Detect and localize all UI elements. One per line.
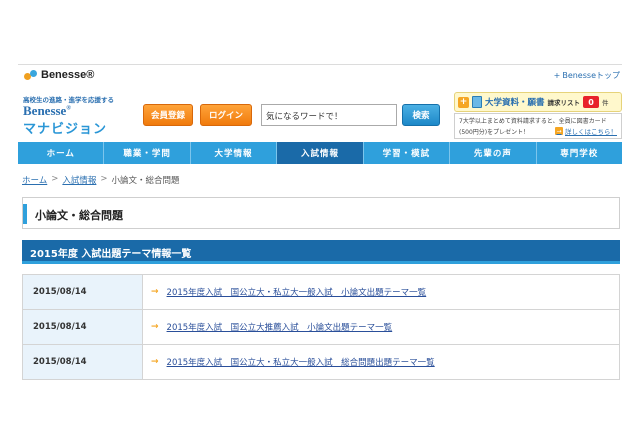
- nav-study[interactable]: 学習・模試: [364, 142, 451, 164]
- nav-careers[interactable]: 職業・学問: [104, 142, 191, 164]
- breadcrumb-home[interactable]: ホーム: [22, 174, 47, 186]
- row-content: → 2015年度入試 国公立大・私立大一般入試 総合問題出題テーマ一覧: [142, 344, 620, 380]
- arrow-right-icon: →: [151, 357, 159, 367]
- promo-text-2: (500円分)をプレゼント！: [459, 129, 530, 136]
- request-count-unit: 件: [602, 99, 609, 107]
- brochure-icon: [472, 96, 482, 108]
- login-button[interactable]: ログイン: [200, 104, 252, 126]
- request-list-label: 請求リスト: [547, 99, 581, 107]
- table-row: 2015/08/14 → 2015年度入試 国公立大・私立大一般入試 総合問題出…: [22, 344, 620, 380]
- add-icon: +: [458, 96, 469, 108]
- row-link-text: 2015年度入試 国公立大・私立大一般入試 小論文出題テーマ一覧: [166, 288, 427, 298]
- nav-seniors-voice[interactable]: 先輩の声: [450, 142, 537, 164]
- arrow-right-icon: →: [151, 287, 159, 297]
- row-date: 2015/08/14: [22, 309, 143, 345]
- row-link[interactable]: → 2015年度入試 国公立大・私立大一般入試 小論文出題テーマ一覧: [151, 286, 619, 298]
- row-link[interactable]: → 2015年度入試 国公立大・私立大一般入試 総合問題出題テーマ一覧: [151, 356, 619, 368]
- row-content: → 2015年度入試 国公立大推薦入試 小論文出題テーマ一覧: [142, 309, 620, 345]
- row-date: 2015/08/14: [22, 344, 143, 380]
- request-count-badge: 0: [583, 96, 600, 108]
- manavision-logo-benesse[interactable]: Benesse®: [23, 103, 71, 119]
- theme-info-table: 2015/08/14 → 2015年度入試 国公立大・私立大一般入試 小論文出題…: [22, 274, 620, 380]
- request-title: 大学資料・願書: [485, 98, 545, 108]
- nav-vocational[interactable]: 専門学校: [537, 142, 622, 164]
- row-content: → 2015年度入試 国公立大・私立大一般入試 小論文出題テーマ一覧: [142, 274, 620, 310]
- register-button[interactable]: 会員登録: [143, 104, 193, 126]
- benesse-logo-mark-icon: [24, 69, 38, 81]
- breadcrumb-exam-info[interactable]: 入試情報: [62, 174, 96, 186]
- request-promo: 7大学以上まとめて資料請求すると、全員に図書カード (500円分)をプレゼント！…: [454, 113, 622, 139]
- row-link-text: 2015年度入試 国公立大推薦入試 小論文出題テーマ一覧: [166, 323, 393, 333]
- breadcrumb-separator: >: [100, 174, 108, 184]
- promo-text-1: 7大学以上まとめて資料請求すると、全員に図書カード: [459, 118, 607, 125]
- row-link[interactable]: → 2015年度入試 国公立大推薦入試 小論文出題テーマ一覧: [151, 321, 619, 333]
- nav-home[interactable]: ホーム: [18, 142, 105, 164]
- page-title-box: 小論文・総合問題: [22, 197, 620, 229]
- benesse-top-label: Benesseトップ: [562, 71, 620, 80]
- benesse-logo-text: Benesse®: [41, 69, 95, 81]
- breadcrumb-current: 小論文・総合問題: [111, 176, 180, 186]
- title-accent-bar: [23, 204, 27, 224]
- page-title: 小論文・総合問題: [35, 209, 123, 222]
- top-utility-bar: Benesse® + Benesseトップ: [18, 64, 622, 88]
- section-title: 2015年度 入試出題テーマ情報一覧: [30, 249, 192, 260]
- request-list-button[interactable]: + 大学資料・願書 請求リスト 0 件: [454, 92, 622, 112]
- promo-detail-label: 詳しくはこちら！: [565, 128, 617, 136]
- table-row: 2015/08/14 → 2015年度入試 国公立大推薦入試 小論文出題テーマ一…: [22, 309, 620, 345]
- search-button[interactable]: 検索: [402, 104, 440, 126]
- section-header: 2015年度 入試出題テーマ情報一覧: [22, 240, 620, 264]
- nav-universities[interactable]: 大学情報: [191, 142, 278, 164]
- nav-exam-info[interactable]: 入試情報: [277, 142, 364, 164]
- manavision-logo[interactable]: マナビジョン: [23, 118, 107, 137]
- site-header: 高校生の進路・進学を応援する Benesse® マナビジョン 会員登録 ログイン…: [18, 90, 622, 140]
- row-link-text: 2015年度入試 国公立大・私立大一般入試 総合問題出題テーマ一覧: [166, 358, 435, 368]
- global-nav: ホーム 職業・学問 大学情報 入試情報 学習・模試 先輩の声 専門学校: [18, 142, 622, 164]
- table-row: 2015/08/14 → 2015年度入試 国公立大・私立大一般入試 小論文出題…: [22, 274, 620, 310]
- plus-icon: +: [553, 71, 561, 80]
- benesse-top-link[interactable]: + Benesseトップ: [554, 70, 620, 81]
- benesse-logo[interactable]: Benesse®: [24, 69, 94, 81]
- request-list-panel: + 大学資料・願書 請求リスト 0 件 7大学以上まとめて資料請求すると、全員に…: [454, 90, 622, 140]
- search-input[interactable]: 気になるワードで！: [261, 104, 397, 126]
- arrow-right-icon: →: [555, 127, 563, 135]
- row-date: 2015/08/14: [22, 274, 143, 310]
- breadcrumb-separator: >: [51, 174, 59, 184]
- arrow-right-icon: →: [151, 322, 159, 332]
- promo-detail-link[interactable]: → 詳しくはこちら！: [555, 126, 617, 136]
- breadcrumb: ホーム > 入試情報 > 小論文・総合問題: [22, 174, 180, 186]
